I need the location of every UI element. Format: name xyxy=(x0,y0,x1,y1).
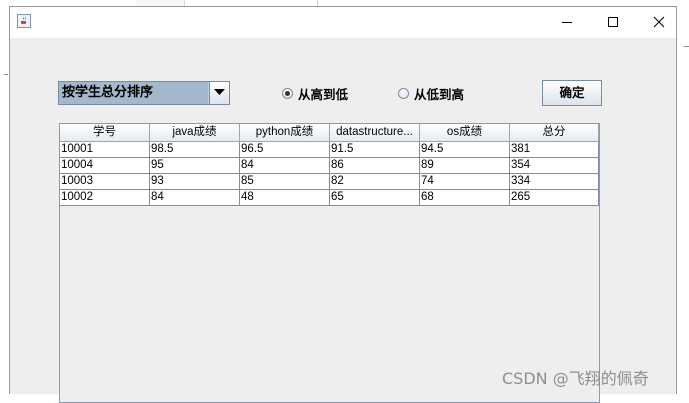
minimize-icon xyxy=(562,22,572,23)
table-cell[interactable]: 98.5 xyxy=(150,142,240,158)
table-cell[interactable]: 95 xyxy=(150,158,240,174)
table-cell[interactable]: 48 xyxy=(240,190,330,206)
column-header-datastructure[interactable]: datastructure... xyxy=(330,124,420,142)
table-cell[interactable]: 84 xyxy=(150,190,240,206)
table-cell[interactable]: 82 xyxy=(330,174,420,190)
table-cell[interactable]: 68 xyxy=(420,190,510,206)
radio-selected-dot xyxy=(285,90,290,96)
minimize-button[interactable] xyxy=(544,7,590,38)
radio-low-to-high[interactable]: 从低到高 xyxy=(398,84,464,103)
table-cell[interactable]: 10001 xyxy=(60,142,150,158)
sort-select[interactable]: 按学生总分排序 xyxy=(58,81,230,105)
table-cell[interactable]: 96.5 xyxy=(240,142,330,158)
table-cell[interactable]: 65 xyxy=(330,190,420,206)
column-header-total[interactable]: 总分 xyxy=(510,124,599,142)
radio-low-to-high-circle[interactable] xyxy=(398,87,409,99)
app-window: 按学生总分排序 从高到低 从低到高 确定 学号 java成绩 python成绩 xyxy=(9,6,677,403)
background-mark xyxy=(4,74,8,75)
confirm-button[interactable]: 确定 xyxy=(542,80,602,106)
table-row[interactable]: 10001 98.5 96.5 91.5 94.5 381 xyxy=(60,142,599,158)
sort-select-value: 按学生总分排序 xyxy=(59,82,208,104)
watermark: CSDN @飞翔的佩奇 xyxy=(502,369,649,388)
table-cell[interactable]: 89 xyxy=(420,158,510,174)
table-cell[interactable]: 10003 xyxy=(60,174,150,190)
table-cell[interactable]: 85 xyxy=(240,174,330,190)
radio-low-to-high-label[interactable]: 从低到高 xyxy=(414,84,464,103)
table-cell[interactable]: 94.5 xyxy=(420,142,510,158)
table-body: 10001 98.5 96.5 91.5 94.5 381 10004 95 8… xyxy=(60,142,599,206)
table-row[interactable]: 10003 93 85 82 74 334 xyxy=(60,174,599,190)
table-cell[interactable]: 334 xyxy=(510,174,599,190)
maximize-icon xyxy=(608,17,618,27)
column-header-python[interactable]: python成绩 xyxy=(240,124,330,142)
table-cell[interactable]: 74 xyxy=(420,174,510,190)
table-row[interactable]: 10004 95 84 86 89 354 xyxy=(60,158,599,174)
close-icon xyxy=(653,16,665,28)
column-header-java[interactable]: java成绩 xyxy=(150,124,240,142)
column-header-os[interactable]: os成绩 xyxy=(420,124,510,142)
maximize-button[interactable] xyxy=(590,7,636,38)
radio-high-to-low-circle[interactable] xyxy=(282,87,293,99)
table-cell[interactable]: 84 xyxy=(240,158,330,174)
content-pane: 按学生总分排序 从高到低 从低到高 确定 学号 java成绩 python成绩 xyxy=(10,38,676,403)
score-table[interactable]: 学号 java成绩 python成绩 datastructure... os成绩… xyxy=(59,123,600,403)
radio-high-to-low-label[interactable]: 从高到低 xyxy=(298,84,348,103)
table-cell[interactable]: 93 xyxy=(150,174,240,190)
table-cell[interactable]: 86 xyxy=(330,158,420,174)
table-cell[interactable]: 354 xyxy=(510,158,599,174)
radio-high-to-low[interactable]: 从高到低 xyxy=(282,84,348,103)
background-mark xyxy=(684,46,689,47)
chevron-down-icon xyxy=(214,89,225,95)
table-cell[interactable]: 91.5 xyxy=(330,142,420,158)
title-bar[interactable] xyxy=(10,7,676,38)
table-cell[interactable]: 381 xyxy=(510,142,599,158)
table-cell[interactable]: 10002 xyxy=(60,190,150,206)
column-header-student-id[interactable]: 学号 xyxy=(60,124,150,142)
table-cell[interactable]: 265 xyxy=(510,190,599,206)
java-cup-icon[interactable] xyxy=(17,14,31,28)
sort-select-arrow[interactable] xyxy=(209,82,229,104)
table-cell[interactable]: 10004 xyxy=(60,158,150,174)
background-right-strip xyxy=(677,38,689,394)
close-button[interactable] xyxy=(636,7,682,38)
table-row[interactable]: 10002 84 48 65 68 265 xyxy=(60,190,599,206)
table-header: 学号 java成绩 python成绩 datastructure... os成绩… xyxy=(60,124,599,142)
